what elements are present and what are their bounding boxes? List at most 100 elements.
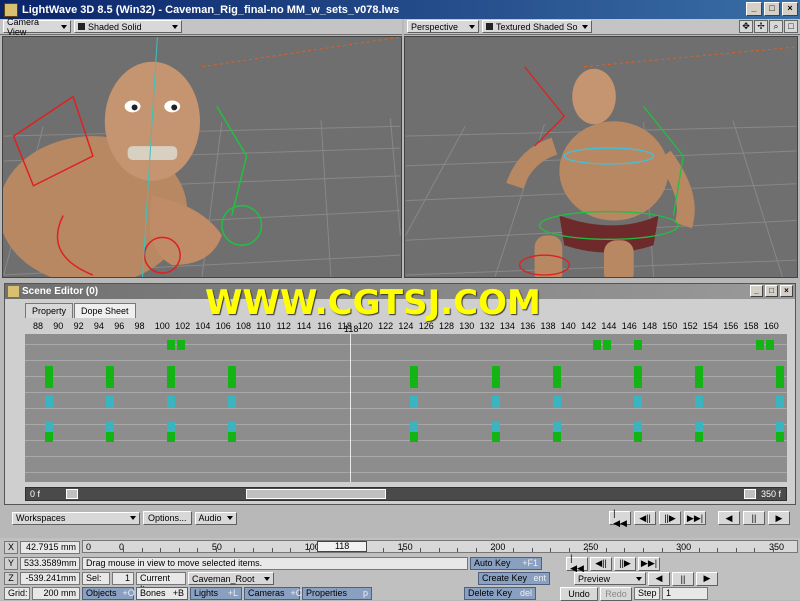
track-divider	[25, 360, 787, 361]
z-position-field[interactable]: -539.241mm	[20, 572, 80, 585]
keyframe[interactable]	[633, 340, 642, 350]
range-end-handle[interactable]	[744, 489, 756, 499]
play-button[interactable]: ▶	[768, 511, 790, 525]
keyframe[interactable]	[491, 396, 500, 408]
keyframe[interactable]	[227, 432, 236, 442]
playhead-line[interactable]	[349, 334, 351, 482]
play-reverse-button[interactable]: ◀	[718, 511, 740, 525]
first-key-button[interactable]: |◀◀	[609, 508, 631, 528]
scene-minimize-button[interactable]: _	[750, 285, 763, 297]
keyframe[interactable]	[410, 396, 419, 408]
options-button[interactable]: Options...	[143, 511, 192, 525]
keyframe[interactable]	[694, 366, 703, 388]
keyframe[interactable]	[176, 340, 185, 350]
keyframe[interactable]	[105, 432, 114, 442]
mode-cameras-button[interactable]: Cameras +C	[244, 587, 302, 600]
bottom-prev-frame-button[interactable]: ◀||	[590, 556, 612, 571]
redo-button[interactable]: Redo	[600, 586, 632, 601]
mode-lights-button[interactable]: Lights +L	[190, 587, 242, 600]
timeline-current-frame-thumb[interactable]: 118	[317, 541, 368, 552]
keyframe[interactable]	[633, 396, 642, 408]
move-view-icon[interactable]: ✥	[739, 20, 753, 33]
mode-bones-button[interactable]: Bones +B	[136, 587, 188, 600]
timeline-slider[interactable]: 0 0 50 100 150 200 250 300 350 118	[82, 540, 798, 553]
keyframe[interactable]	[166, 432, 175, 442]
timeline-tick	[438, 548, 440, 552]
left-view-type-dropdown[interactable]: Camera View	[3, 17, 71, 37]
range-scrollbar[interactable]: 0 f 350 f	[25, 487, 787, 501]
keyframe[interactable]	[491, 432, 500, 442]
dope-sheet-grid[interactable]	[25, 334, 787, 482]
keyframe[interactable]	[45, 432, 53, 442]
scene-close-button[interactable]: ×	[780, 285, 793, 297]
close-button[interactable]: ×	[782, 2, 798, 16]
keyframe[interactable]	[603, 340, 612, 350]
tab-dope-sheet[interactable]: Dope Sheet	[74, 303, 136, 318]
mode-properties-button[interactable]: Properties p	[302, 587, 372, 600]
zoom-view-icon[interactable]: ⌕	[769, 20, 783, 33]
keyframe[interactable]	[410, 432, 419, 442]
last-key-button[interactable]: ▶▶|	[684, 511, 706, 525]
maximize-button[interactable]: □	[764, 2, 780, 16]
y-position-field[interactable]: 533.3589mm	[20, 557, 80, 570]
keyframe[interactable]	[491, 366, 500, 388]
bottom-next-frame-button[interactable]: ||▶	[614, 556, 636, 571]
mode-objects-button[interactable]: Objects +O	[82, 587, 135, 600]
keyframe[interactable]	[166, 366, 175, 388]
maximize-view-icon[interactable]: □	[784, 20, 798, 33]
bottom-play-button[interactable]: ▶	[696, 571, 718, 586]
next-key-button[interactable]: ||▶	[659, 511, 681, 525]
pause-button[interactable]: ||	[743, 511, 765, 525]
keyframe[interactable]	[166, 396, 175, 408]
keyframe[interactable]	[410, 366, 419, 388]
audio-dropdown[interactable]: Audio	[194, 511, 237, 525]
chevron-down-icon	[264, 576, 270, 581]
frame-ruler[interactable]: 88 90 92 94 96 98 100 102 104 106 108 110 112 114 116 1…	[33, 321, 785, 335]
right-viewport-perspective[interactable]	[404, 36, 798, 278]
step-field[interactable]: 1	[662, 587, 708, 600]
keyframe[interactable]	[633, 432, 642, 442]
keyframe[interactable]	[552, 366, 561, 388]
left-shading-dropdown[interactable]: Shaded Solid	[74, 20, 182, 33]
create-key-button[interactable]: Create Key ent	[478, 572, 550, 585]
keyframe[interactable]	[694, 396, 703, 408]
keyframe[interactable]	[105, 366, 114, 388]
bottom-pause-button[interactable]: ||	[672, 571, 694, 586]
keyframe[interactable]	[552, 432, 561, 442]
preview-dropdown[interactable]: Preview	[574, 572, 646, 585]
keyframe[interactable]	[45, 396, 53, 408]
left-viewport-camera-view[interactable]	[2, 36, 402, 278]
range-start-handle[interactable]	[66, 489, 78, 499]
workspaces-dropdown[interactable]: Workspaces	[12, 511, 140, 525]
keyframe[interactable]	[755, 340, 764, 350]
rotate-view-icon[interactable]: ✢	[754, 20, 768, 33]
keyframe[interactable]	[633, 366, 642, 388]
keyframe[interactable]	[227, 396, 236, 408]
scene-maximize-button[interactable]: □	[765, 285, 778, 297]
prev-key-button[interactable]: ◀||	[634, 511, 656, 525]
keyframe[interactable]	[105, 396, 114, 408]
keyframe[interactable]	[775, 366, 784, 388]
keyframe[interactable]	[166, 340, 175, 350]
auto-key-button[interactable]: Auto Key +F1	[470, 557, 542, 570]
right-shading-dropdown[interactable]: Textured Shaded Solid	[482, 20, 592, 33]
x-position-field[interactable]: 42.7915 mm	[20, 541, 80, 554]
keyframe[interactable]	[765, 340, 774, 350]
keyframe[interactable]	[694, 432, 703, 442]
undo-button[interactable]: Undo	[560, 586, 598, 601]
keyframe[interactable]	[593, 340, 602, 350]
bottom-last-frame-button[interactable]: ▶▶|	[638, 556, 660, 571]
delete-key-button[interactable]: Delete Key del	[464, 587, 536, 600]
bottom-play-reverse-button[interactable]: ◀	[648, 571, 670, 586]
keyframe[interactable]	[775, 396, 784, 408]
keyframe[interactable]	[775, 432, 784, 442]
right-view-type-dropdown[interactable]: Perspective	[407, 20, 479, 33]
keyframe[interactable]	[227, 366, 236, 388]
minimize-button[interactable]: _	[746, 2, 762, 16]
bottom-first-frame-button[interactable]: |◀◀	[566, 553, 588, 573]
current-item-dropdown[interactable]: Caveman_Root	[188, 572, 274, 585]
keyframe[interactable]	[45, 366, 53, 388]
keyframe[interactable]	[552, 396, 561, 408]
range-scroll-thumb[interactable]	[246, 489, 386, 499]
tab-property[interactable]: Property	[25, 303, 74, 318]
